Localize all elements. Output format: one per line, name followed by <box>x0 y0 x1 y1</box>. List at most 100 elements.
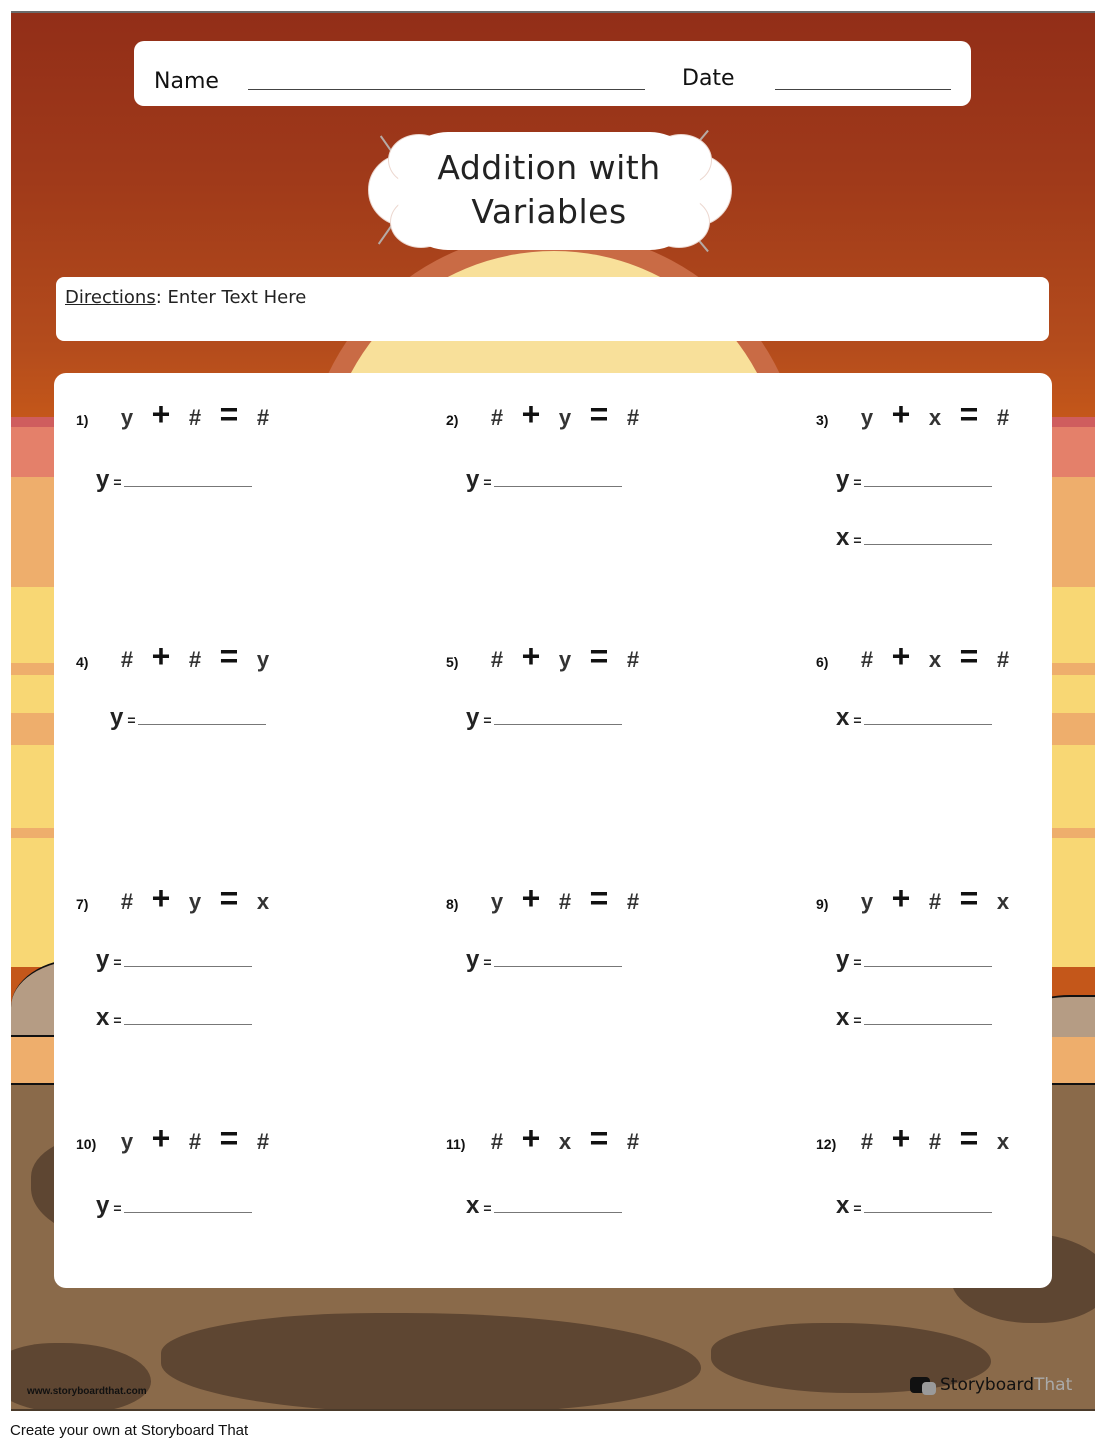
answer-equals: = <box>853 712 862 728</box>
directions-text: Directions: Enter Text Here <box>65 287 306 308</box>
answer-blank-field[interactable] <box>863 1024 992 1025</box>
problem-number: 9) <box>816 896 829 912</box>
directions-box[interactable]: Directions: Enter Text Here <box>56 277 1049 341</box>
answer-line: x = <box>836 1004 992 1032</box>
answer-variable: y <box>466 704 480 731</box>
equation-term: x <box>996 1129 1010 1154</box>
answer-blank-field[interactable] <box>137 724 266 725</box>
answer-variable: y <box>466 466 480 493</box>
plus-sign: + <box>151 1120 171 1156</box>
answer-blank-field[interactable] <box>123 486 252 487</box>
answer-line: y = <box>466 946 622 974</box>
answer-equals: = <box>483 954 492 970</box>
answer-variable: x <box>836 524 850 551</box>
answer-variable: x <box>836 1192 850 1219</box>
equation-term: y <box>188 889 202 914</box>
answer-equals: = <box>853 532 862 548</box>
equation-term: # <box>928 889 942 914</box>
title-line-2: Variables <box>471 192 627 231</box>
problem-number: 5) <box>446 654 459 670</box>
answer-blank-field[interactable] <box>123 966 252 967</box>
equation-term: # <box>626 889 640 914</box>
equation-term: # <box>996 405 1010 430</box>
equals-sign: = <box>219 396 239 432</box>
worksheet-title: Addition with Variables <box>368 146 730 234</box>
answer-equals: = <box>483 474 492 490</box>
credit-link[interactable]: Create your own at Storyboard That <box>10 1422 248 1439</box>
plus-sign: + <box>151 638 171 674</box>
problem-equation: 6) # + x = # <box>816 638 1020 675</box>
equals-sign: = <box>959 880 979 916</box>
date-label: Date <box>682 66 735 91</box>
answer-equals: = <box>113 1200 122 1216</box>
answer-variable: x <box>466 1192 480 1219</box>
answer-equals: = <box>853 954 862 970</box>
equation-term: y <box>120 405 134 430</box>
answer-blank-field[interactable] <box>863 486 992 487</box>
answer-line: y = <box>836 946 992 974</box>
equation-term: y <box>558 405 572 430</box>
speech-bubble-icon <box>922 1381 936 1395</box>
equals-sign: = <box>219 638 239 674</box>
answer-variable: y <box>836 946 850 973</box>
answer-blank-field[interactable] <box>863 544 992 545</box>
logo-text-storyboard: Storyboard <box>940 1375 1034 1395</box>
answer-blank-field[interactable] <box>123 1212 252 1213</box>
problem-number: 8) <box>446 896 459 912</box>
answer-line: x = <box>836 524 992 552</box>
equation-term: y <box>860 405 874 430</box>
equation-term: x <box>256 889 270 914</box>
plus-sign: + <box>891 880 911 916</box>
answer-line: y = <box>110 704 266 732</box>
answer-variable: x <box>96 1004 110 1031</box>
directions-body: : Enter Text Here <box>155 287 307 308</box>
equation-term: # <box>188 405 202 430</box>
answer-blank-field[interactable] <box>123 1024 252 1025</box>
equation-term: # <box>120 647 134 672</box>
plus-sign: + <box>151 880 171 916</box>
answer-line: y = <box>96 1192 252 1220</box>
answer-blank-field[interactable] <box>493 486 622 487</box>
storyboardthat-logo: Storyboard That <box>910 1375 1072 1395</box>
equation-term: # <box>558 889 572 914</box>
title-cloud: Addition with Variables <box>368 124 732 254</box>
equation-term: x <box>928 405 942 430</box>
equation-term: # <box>256 1129 270 1154</box>
problem-number: 11) <box>446 1136 466 1152</box>
equals-sign: = <box>589 880 609 916</box>
name-field[interactable] <box>248 89 645 90</box>
answer-blank-field[interactable] <box>493 1212 622 1213</box>
answer-line: y = <box>96 946 252 974</box>
problem-number: 3) <box>816 412 829 428</box>
equation-term: y <box>490 889 504 914</box>
answer-blank-field[interactable] <box>863 724 992 725</box>
problem-equation: 4) # + # = y <box>76 638 280 675</box>
equation-term: # <box>120 889 134 914</box>
equals-sign: = <box>219 880 239 916</box>
answer-variable: y <box>110 704 124 731</box>
title-line-1: Addition with <box>437 148 661 187</box>
answer-line: x = <box>466 1192 622 1220</box>
problem-equation: 12) # + # = x <box>816 1120 1020 1157</box>
answer-line: x = <box>96 1004 252 1032</box>
date-field[interactable] <box>775 89 951 90</box>
answer-blank-field[interactable] <box>493 724 622 725</box>
answer-equals: = <box>127 712 136 728</box>
answer-line: x = <box>836 704 992 732</box>
answer-line: y = <box>466 704 622 732</box>
plus-sign: + <box>891 638 911 674</box>
plus-sign: + <box>891 1120 911 1156</box>
answer-variable: y <box>96 466 110 493</box>
answer-blank-field[interactable] <box>863 1212 992 1213</box>
equation-term: # <box>188 647 202 672</box>
problem-equation: 8) y + # = # <box>446 880 650 917</box>
equals-sign: = <box>959 1120 979 1156</box>
equation-term: y <box>860 889 874 914</box>
answer-blank-field[interactable] <box>493 966 622 967</box>
answer-blank-field[interactable] <box>863 966 992 967</box>
equation-term: # <box>256 405 270 430</box>
equation-term: y <box>558 647 572 672</box>
name-date-bar: Name Date <box>134 41 971 106</box>
answer-equals: = <box>853 1200 862 1216</box>
problem-number: 2) <box>446 412 459 428</box>
